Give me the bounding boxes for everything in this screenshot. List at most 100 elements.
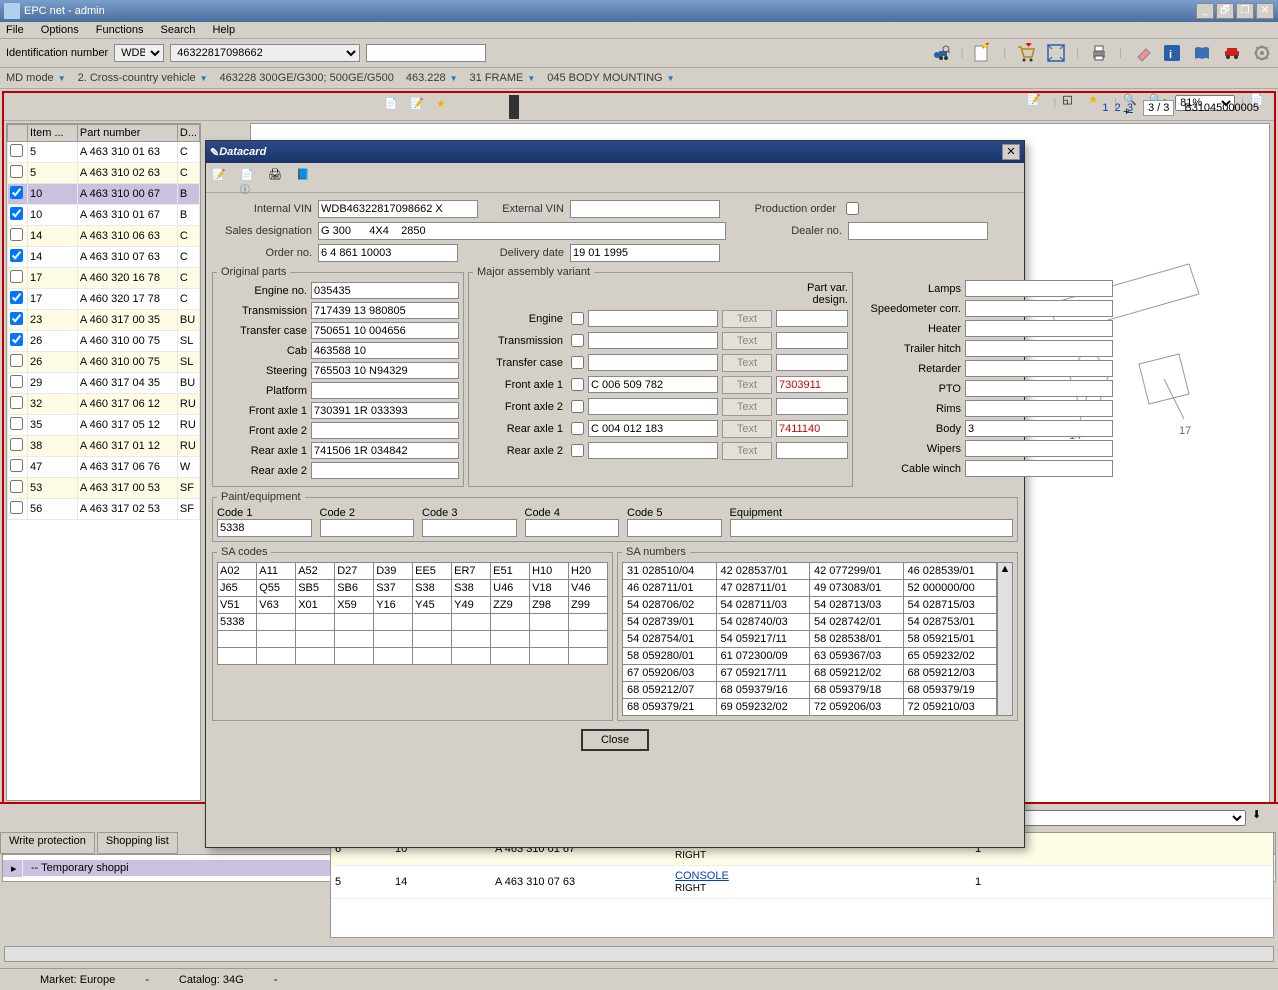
row-checkbox[interactable] — [10, 144, 23, 157]
speedo-input[interactable] — [965, 300, 1113, 317]
menu-options[interactable]: Options — [41, 24, 79, 36]
row-checkbox[interactable] — [10, 165, 23, 178]
asm-fa2-pv[interactable] — [776, 398, 848, 415]
asm-engine-cb[interactable] — [571, 312, 584, 325]
table-row[interactable]: 5A 463 310 01 63C — [8, 142, 200, 163]
sa-code-cell[interactable] — [530, 631, 569, 648]
sa-number-cell[interactable]: 68 059379/19 — [903, 682, 997, 699]
bc-mdmode[interactable]: MD mode▼ — [6, 72, 66, 84]
sa-number-cell[interactable]: 58 028538/01 — [810, 631, 904, 648]
sa-number-cell[interactable]: 54 028754/01 — [623, 631, 717, 648]
row-checkbox[interactable] — [10, 249, 23, 262]
asm-ra1-cb[interactable] — [571, 422, 584, 435]
order-no-input[interactable] — [318, 244, 458, 262]
sa-code-cell[interactable] — [257, 631, 296, 648]
sa-number-cell[interactable]: 54 028753/01 — [903, 614, 997, 631]
sa-code-cell[interactable] — [374, 648, 413, 665]
asm-tc-pv[interactable] — [776, 354, 848, 371]
table-row[interactable]: 10A 463 310 01 67B — [8, 205, 200, 226]
sa-number-cell[interactable]: 31 028510/04 — [623, 563, 717, 580]
sa-code-cell[interactable]: SB6 — [335, 580, 374, 597]
rims-input[interactable] — [965, 400, 1113, 417]
menu-functions[interactable]: Functions — [96, 24, 144, 36]
sa-number-cell[interactable]: 67 059217/11 — [716, 665, 810, 682]
op-ra1-input[interactable] — [311, 442, 459, 459]
eraser-icon[interactable] — [1132, 43, 1152, 63]
row-checkbox[interactable] — [10, 438, 23, 451]
sa-number-cell[interactable]: 69 059232/02 — [716, 699, 810, 716]
asm-trans-cb[interactable] — [571, 334, 584, 347]
table-row[interactable]: 53A 463 317 00 53SF — [8, 478, 200, 499]
transmission-input[interactable] — [311, 302, 459, 319]
print-icon[interactable] — [1089, 43, 1109, 63]
sa-number-cell[interactable]: 54 028711/03 — [716, 597, 810, 614]
sa-number-cell[interactable]: 46 028711/01 — [623, 580, 717, 597]
wipers-input[interactable] — [965, 440, 1113, 457]
id-extra-input[interactable] — [366, 44, 486, 62]
sa-code-cell[interactable] — [296, 614, 335, 631]
sa-code-cell[interactable]: SB5 — [296, 580, 335, 597]
datacard-close-button[interactable]: Close — [581, 729, 649, 751]
sa-code-cell[interactable] — [296, 648, 335, 665]
sa-code-cell[interactable] — [257, 614, 296, 631]
sa-number-cell[interactable]: 68 059379/21 — [623, 699, 717, 716]
minimize-button[interactable]: _ — [1196, 3, 1214, 19]
sa-code-cell[interactable] — [491, 614, 530, 631]
op-ra2-input[interactable] — [311, 462, 459, 479]
sa-number-cell[interactable]: 58 059215/01 — [903, 631, 997, 648]
asm-fa1-input[interactable] — [588, 376, 718, 393]
asm-trans-input[interactable] — [588, 332, 718, 349]
equipment-input[interactable] — [730, 519, 1014, 537]
doc-icon[interactable]: 📄 — [384, 97, 404, 117]
sa-code-cell[interactable] — [335, 614, 374, 631]
sa-number-cell[interactable]: 65 059232/02 — [903, 648, 997, 665]
sa-number-cell[interactable]: 63 059367/03 — [810, 648, 904, 665]
sa-number-cell[interactable]: 68 059379/16 — [716, 682, 810, 699]
sa-code-cell[interactable]: V51 — [218, 597, 257, 614]
sa-number-cell[interactable]: 68 059212/02 — [810, 665, 904, 682]
table-row[interactable]: 35A 460 317 05 12RU — [8, 415, 200, 436]
cab-input[interactable] — [311, 342, 459, 359]
sa-number-cell[interactable]: 54 059217/11 — [716, 631, 810, 648]
row-checkbox[interactable] — [10, 291, 23, 304]
row-checkbox[interactable] — [10, 354, 23, 367]
sa-code-cell[interactable] — [218, 631, 257, 648]
sa-code-cell[interactable] — [296, 631, 335, 648]
tab-shopping-list[interactable]: Shopping list — [97, 832, 178, 854]
page-links[interactable]: 1 2 3 — [1102, 102, 1133, 114]
sa-code-cell[interactable]: V63 — [257, 597, 296, 614]
retarder-input[interactable] — [965, 360, 1113, 377]
asm-engine-text-btn[interactable]: Text — [722, 310, 772, 328]
sa-numbers-scrollbar[interactable]: ▲ — [997, 562, 1013, 716]
lamps-input[interactable] — [965, 280, 1113, 297]
dc-info-doc-icon[interactable]: 📄ⓘ — [240, 168, 260, 188]
sa-code-cell[interactable] — [452, 614, 491, 631]
steering-input[interactable] — [311, 362, 459, 379]
pto-input[interactable] — [965, 380, 1113, 397]
asm-fa1-cb[interactable] — [571, 378, 584, 391]
restore-button[interactable]: 🗗 — [1216, 3, 1234, 19]
sa-code-cell[interactable]: X01 — [296, 597, 335, 614]
sa-number-cell[interactable]: 54 028715/03 — [903, 597, 997, 614]
sa-code-cell[interactable] — [374, 631, 413, 648]
asm-ra1-text-btn[interactable]: Text — [722, 420, 772, 438]
delivery-date-input[interactable] — [570, 244, 720, 262]
row-checkbox[interactable] — [10, 312, 23, 325]
bottom-hscrollbar[interactable] — [4, 946, 1274, 962]
code5-input[interactable] — [627, 519, 722, 537]
dealer-no-input[interactable] — [848, 222, 988, 240]
id-type-select[interactable]: WDB — [114, 44, 164, 62]
row-checkbox[interactable] — [10, 270, 23, 283]
sa-number-cell[interactable]: 54 028739/01 — [623, 614, 717, 631]
list-expand-icon[interactable]: ▸ — [3, 860, 23, 877]
table-row[interactable]: 29A 460 317 04 35BU — [8, 373, 200, 394]
sa-code-cell[interactable]: ER7 — [452, 563, 491, 580]
star-icon[interactable]: ★ — [436, 97, 456, 117]
production-order-checkbox[interactable] — [846, 202, 859, 215]
table-row[interactable]: 14A 463 310 07 63C — [8, 247, 200, 268]
sa-code-cell[interactable] — [452, 648, 491, 665]
asm-ra1-pv[interactable] — [776, 420, 848, 437]
sa-code-cell[interactable]: A02 — [218, 563, 257, 580]
datacard-close-x[interactable]: ✕ — [1002, 144, 1020, 160]
winch-input[interactable] — [965, 460, 1113, 477]
